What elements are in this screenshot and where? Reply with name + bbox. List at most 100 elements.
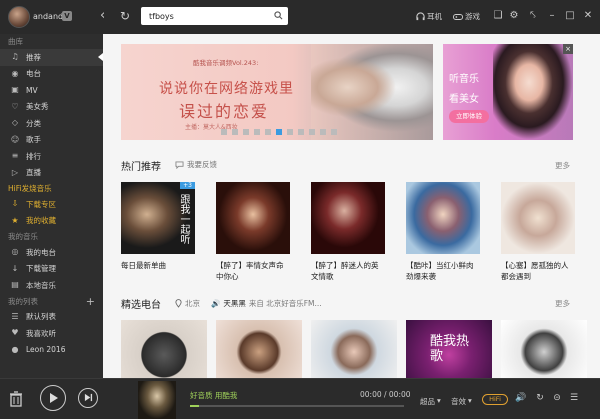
sidebar-item-library-2[interactable]: ▣ MV xyxy=(0,82,103,99)
vip-badge[interactable]: V xyxy=(62,11,72,21)
add-playlist-icon[interactable]: + xyxy=(86,294,95,309)
username[interactable]: andand xyxy=(33,12,63,21)
effect-chevron-icon[interactable]: ▾ xyxy=(468,396,472,405)
mini-mode-icon[interactable]: ⤣ xyxy=(527,10,539,22)
sidebar-item-library-4[interactable]: ◇ 分类 xyxy=(0,115,103,132)
mv-icon: ▣ xyxy=(11,85,19,95)
maximize-icon[interactable]: □ xyxy=(564,10,576,22)
banner-dot[interactable] xyxy=(254,129,260,135)
banner-dot[interactable] xyxy=(287,129,293,135)
rank-icon: ≡ xyxy=(11,151,19,161)
volume-icon[interactable]: 🔊 xyxy=(515,393,527,403)
music-note-icon: ♫ xyxy=(11,52,19,62)
trash-icon[interactable] xyxy=(9,391,23,407)
radio-tile[interactable] xyxy=(501,320,587,378)
hifi-toggle[interactable]: HiFi xyxy=(482,394,508,405)
sidebar-item-mymusic-0[interactable]: ◎ 我的电台 xyxy=(0,244,103,261)
game-label: 游戏 xyxy=(465,12,480,21)
hot-tile-cover[interactable] xyxy=(216,182,290,254)
banner-dot[interactable] xyxy=(265,129,271,135)
hot-tile[interactable]: 【醉了】率情女声命中你心 xyxy=(216,182,290,282)
sidebar-item-library-7[interactable]: ▷ 直播 xyxy=(0,165,103,182)
banner-tag: 酷我音乐调频Vol.243: xyxy=(193,59,259,67)
radio-tile[interactable] xyxy=(311,320,397,378)
sidebar-item-hifi-0[interactable]: ⇩ 下载专区 xyxy=(0,196,103,213)
player-bar: 好音质 用酷我 00:00 / 00:00 超品 ▾ 音效 ▾ HiFi 🔊 ↻… xyxy=(0,378,600,419)
hot-tile-cover[interactable] xyxy=(501,182,575,254)
location-link[interactable]: 北京 xyxy=(175,298,200,309)
section-hifi: HiFi发烧音乐 xyxy=(8,184,52,193)
banner-dot[interactable] xyxy=(232,129,238,135)
sidebar-item-library-1[interactable]: ◉ 电台 xyxy=(0,66,103,83)
hot-more-link[interactable]: 更多 xyxy=(555,160,570,171)
back-icon[interactable]: ‹ xyxy=(100,9,105,23)
hot-tile-badge: +3 xyxy=(180,182,195,189)
banner-dot[interactable] xyxy=(243,129,249,135)
hot-tile-cover[interactable] xyxy=(311,182,385,254)
avatar[interactable] xyxy=(8,6,30,28)
hot-tile-caption[interactable]: 【酷咔】当红小鲜肉劲爆来袭 xyxy=(406,260,480,282)
game-link[interactable]: 游戏 xyxy=(453,11,480,22)
hot-tile[interactable]: 跟我一起听 +3 每日最新单曲 xyxy=(121,182,195,271)
next-button[interactable] xyxy=(78,388,98,408)
refresh-icon[interactable]: ↻ xyxy=(120,9,130,23)
sidebar-item-library-6[interactable]: ≡ 排行 xyxy=(0,148,103,165)
sidebar-item-mymusic-1[interactable]: ↓ 下载管理 xyxy=(0,261,103,278)
sidebar-item-library-5[interactable]: ☺ 歌手 xyxy=(0,132,103,149)
sidebar-item-playlist-0[interactable]: ☰ 默认列表 xyxy=(0,309,103,326)
hot-tile[interactable]: 【酷咔】当红小鲜肉劲爆来袭 xyxy=(406,182,480,282)
sidebar-item-mymusic-2[interactable]: ▤ 本地音乐 xyxy=(0,277,103,294)
shirt-icon[interactable]: ❑ xyxy=(492,10,504,22)
radio-tile[interactable] xyxy=(216,320,302,378)
sidebar-item-library-0[interactable]: ♫ 推荐 xyxy=(0,49,103,66)
lyrics-icon[interactable]: ⊝ xyxy=(551,393,563,403)
search-icon[interactable] xyxy=(274,11,283,20)
effect-select[interactable]: 音效 xyxy=(451,396,466,407)
live-icon: ▷ xyxy=(11,167,19,177)
sidebar-item-label: 下载专区 xyxy=(26,199,56,209)
radio-tile[interactable] xyxy=(121,320,207,378)
play-button[interactable] xyxy=(40,385,66,411)
search-input[interactable] xyxy=(141,7,266,25)
minimize-icon[interactable]: – xyxy=(546,10,558,22)
banner[interactable]: 酷我音乐调频Vol.243: 说说你在网络游戏里 误过的恋爱 主播：莫大人&西妆 xyxy=(121,44,433,140)
now-playing-cover[interactable] xyxy=(138,381,176,419)
now-playing-radio[interactable]: 🔊 天黑黑 来自 北京好音乐FM... xyxy=(211,298,322,309)
hot-tile-cover[interactable] xyxy=(406,182,480,254)
hot-tile-caption[interactable]: 每日最新单曲 xyxy=(121,260,195,271)
banner-dot[interactable] xyxy=(309,129,315,135)
close-icon[interactable]: ✕ xyxy=(582,10,594,22)
radio-more-link[interactable]: 更多 xyxy=(555,298,570,309)
speaker-icon: 🔊 xyxy=(211,299,221,308)
feedback-link[interactable]: 我要反馈 xyxy=(175,159,217,170)
quality-select[interactable]: 超品 xyxy=(420,396,435,407)
sidebar-item-playlist-1[interactable]: ♥ 我喜欢听 xyxy=(0,325,103,342)
section-my-music: 我的音乐 xyxy=(8,232,38,241)
hot-tile-caption[interactable]: 【心塞】愿孤独的人都会遇到 xyxy=(501,260,575,282)
progress-bar[interactable] xyxy=(190,405,404,407)
gear-icon[interactable]: ⚙ xyxy=(508,10,520,22)
banner-dot[interactable] xyxy=(320,129,326,135)
sidebar-item-hifi-1[interactable]: ★ 我的收藏 xyxy=(0,213,103,230)
quality-chevron-icon[interactable]: ▾ xyxy=(437,396,441,405)
radio-tile[interactable]: 酷我热歌 xyxy=(406,320,492,378)
loop-icon[interactable]: ↻ xyxy=(534,393,546,403)
ad-try-button[interactable]: 立即体验 xyxy=(449,110,489,123)
earphone-link[interactable]: 耳机 xyxy=(416,11,442,22)
banner-dot[interactable] xyxy=(298,129,304,135)
banner-dot[interactable] xyxy=(276,129,282,135)
sidebar-item-playlist-2[interactable]: ● Leon 2016 xyxy=(0,342,103,359)
ad-banner[interactable]: 听音乐 看美女 立即体验 xyxy=(443,44,573,140)
hot-tile-cover[interactable]: 跟我一起听 +3 xyxy=(121,182,195,254)
sidebar-item-library-3[interactable]: ♡ 美女秀 xyxy=(0,99,103,116)
ad-close-icon[interactable]: × xyxy=(563,44,573,54)
hot-tile-caption[interactable]: 【醉了】醉迷人的英文情歌 xyxy=(311,260,385,282)
hot-tile[interactable]: 【心塞】愿孤独的人都会遇到 xyxy=(501,182,575,282)
hot-tile[interactable]: 【醉了】醉迷人的英文情歌 xyxy=(311,182,385,282)
banner-dot[interactable] xyxy=(221,129,227,135)
playlist-icon[interactable]: ☰ xyxy=(568,393,580,403)
sidebar-item-label: 推荐 xyxy=(26,52,41,62)
hot-tile-caption[interactable]: 【醉了】率情女声命中你心 xyxy=(216,260,290,282)
banner-dot[interactable] xyxy=(331,129,337,135)
heart-icon: ♥ xyxy=(11,328,19,338)
